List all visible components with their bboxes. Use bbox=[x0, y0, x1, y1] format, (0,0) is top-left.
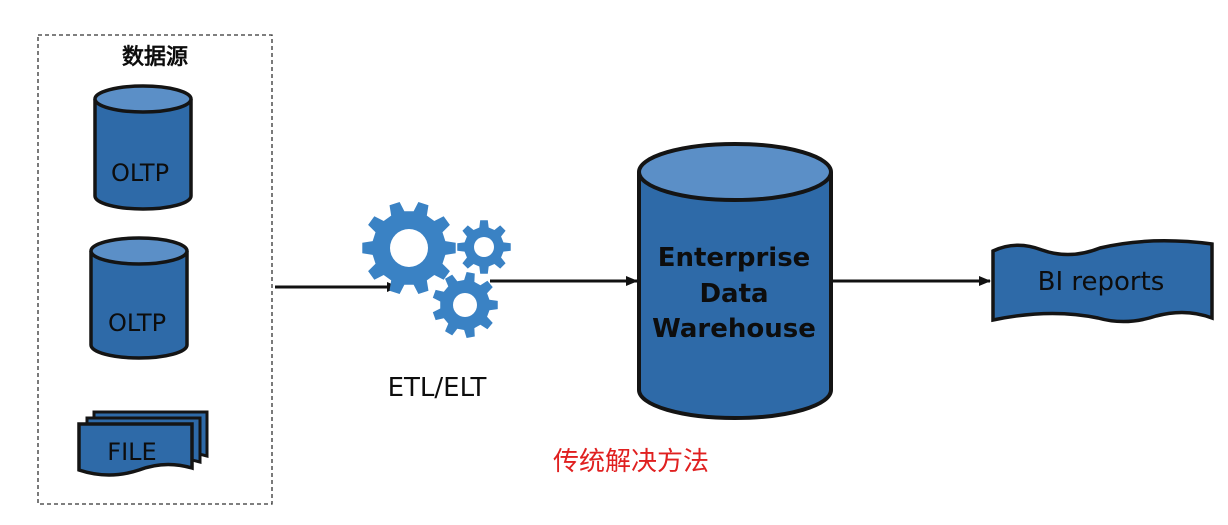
warehouse-label-line3: Warehouse bbox=[652, 314, 816, 344]
diagram-canvas: 数据源 OLTP OLTP FILE ETL/ELT Enterprise Da… bbox=[37, 34, 1214, 505]
oltp-database-1: OLTP bbox=[93, 84, 193, 211]
gear-large bbox=[362, 201, 456, 295]
diagram-caption: 传统解决方法 bbox=[553, 447, 709, 477]
file-label: FILE bbox=[107, 438, 156, 466]
warehouse-label-line2: Data bbox=[699, 279, 768, 309]
file-document-stack: FILE bbox=[77, 410, 209, 477]
gears-icon bbox=[362, 201, 511, 338]
gear-medium bbox=[432, 272, 498, 338]
bi-reports-label: BI reports bbox=[1038, 267, 1165, 297]
oltp-database-2: OLTP bbox=[89, 236, 189, 360]
oltp-database-1-label: OLTP bbox=[111, 159, 169, 187]
oltp-database-2-label: OLTP bbox=[108, 309, 166, 337]
warehouse-label-line1: Enterprise bbox=[658, 243, 811, 273]
gear-small bbox=[457, 220, 511, 274]
enterprise-data-warehouse: Enterprise Data Warehouse bbox=[637, 142, 833, 420]
etl-label: ETL/ELT bbox=[388, 373, 487, 403]
source-group-title: 数据源 bbox=[122, 44, 188, 70]
bi-reports-document: BI reports bbox=[991, 239, 1214, 324]
